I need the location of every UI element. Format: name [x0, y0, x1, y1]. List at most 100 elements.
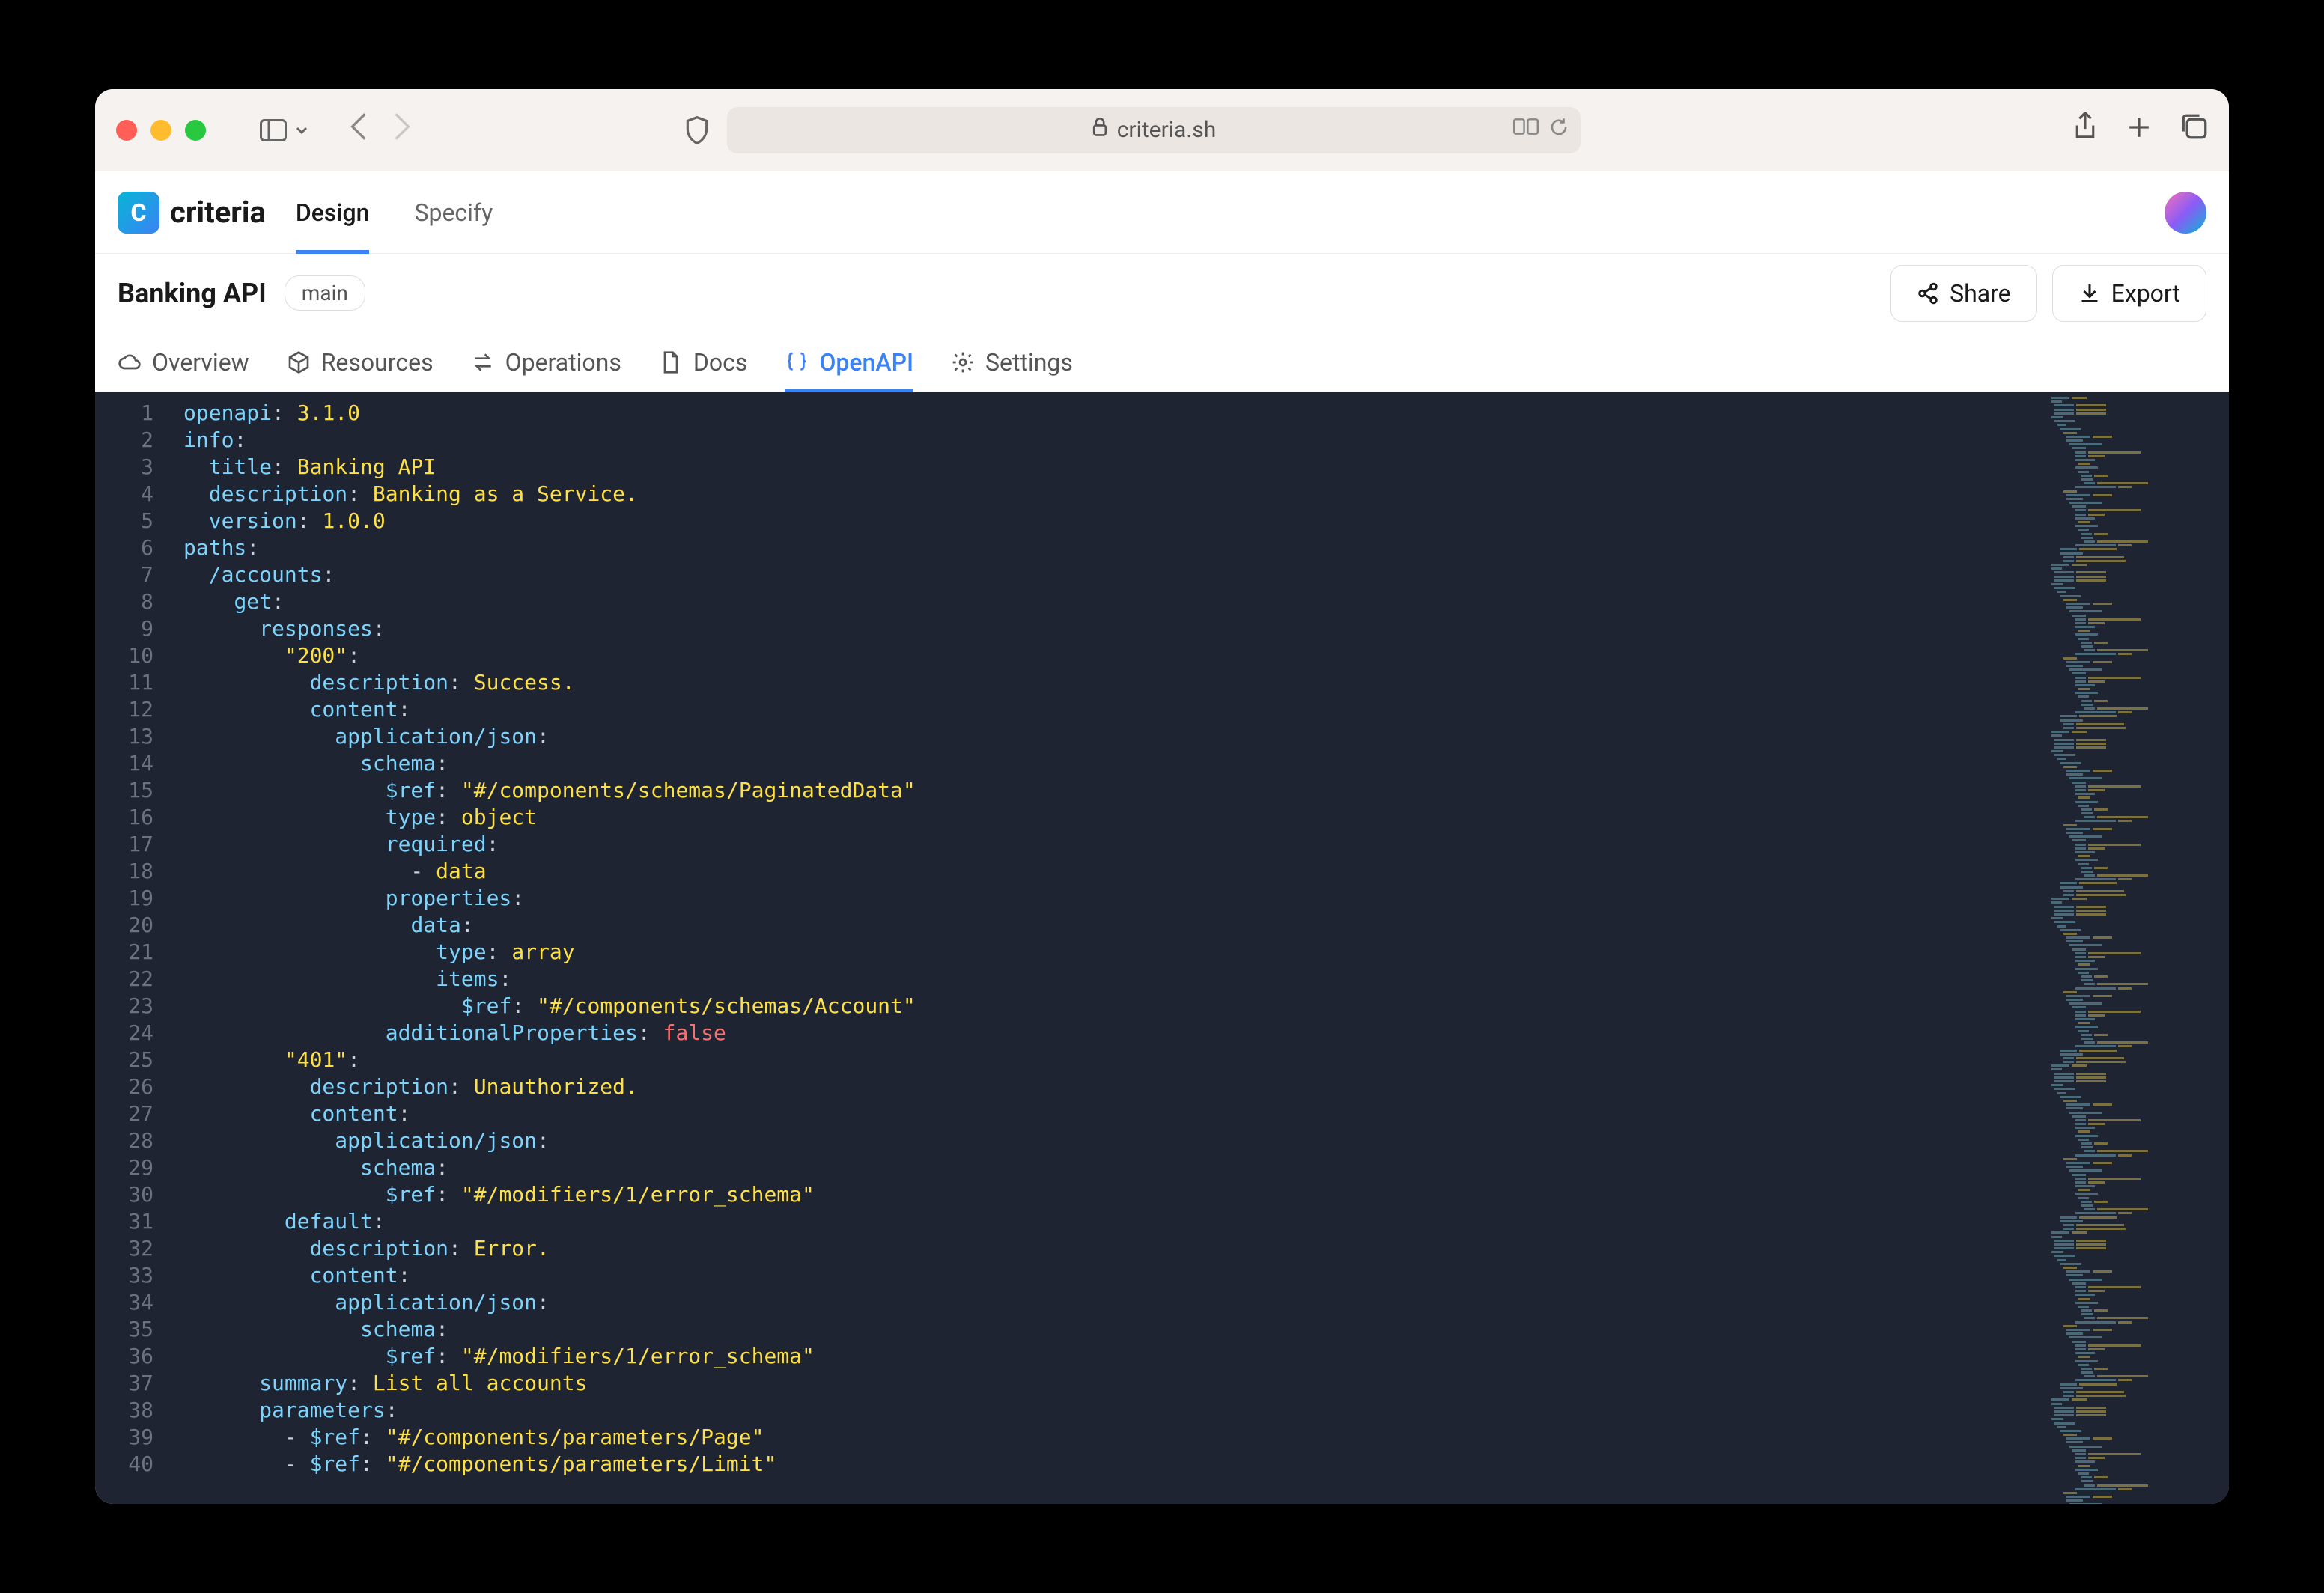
url-host: criteria.sh	[1117, 117, 1217, 143]
line-number: 5	[95, 508, 170, 534]
sidebar-toggle-icon[interactable]	[258, 115, 288, 145]
code-line[interactable]: data:	[183, 912, 2042, 939]
line-number: 16	[95, 804, 170, 831]
code-line[interactable]: description: Error.	[183, 1235, 2042, 1262]
code-line[interactable]: paths:	[183, 534, 2042, 561]
code-line[interactable]: title: Banking API	[183, 454, 2042, 481]
code-line[interactable]: summary: List all accounts	[183, 1370, 2042, 1397]
project-title: Banking API	[118, 278, 267, 309]
line-number-gutter: 1234567891011121314151617181920212223242…	[95, 392, 170, 1504]
code-line[interactable]: application/json:	[183, 1289, 2042, 1316]
tab-specify[interactable]: Specify	[414, 171, 493, 253]
share-button[interactable]: Share	[1890, 265, 2037, 322]
line-number: 22	[95, 966, 170, 993]
line-number: 2	[95, 427, 170, 454]
branch-pill[interactable]: main	[285, 275, 365, 311]
code-line[interactable]: additionalProperties: false	[183, 1020, 2042, 1047]
code-line[interactable]: version: 1.0.0	[183, 508, 2042, 534]
subtab-docs[interactable]: Docs	[659, 332, 748, 392]
minimap[interactable]	[2042, 392, 2229, 1504]
code-line[interactable]: type: array	[183, 939, 2042, 966]
code-line[interactable]: description: Unauthorized.	[183, 1073, 2042, 1100]
maximize-window-button[interactable]	[185, 120, 206, 141]
code-line[interactable]: info:	[183, 427, 2042, 454]
code-line[interactable]: application/json:	[183, 723, 2042, 750]
code-line[interactable]: application/json:	[183, 1127, 2042, 1154]
line-number: 39	[95, 1424, 170, 1451]
subtab-openapi[interactable]: OpenAPI	[785, 332, 913, 392]
minimize-window-button[interactable]	[150, 120, 171, 141]
code-line[interactable]: responses:	[183, 615, 2042, 642]
subtab-resources[interactable]: Resources	[287, 332, 434, 392]
reader-icon[interactable]	[1513, 118, 1539, 142]
code-line[interactable]: schema:	[183, 1154, 2042, 1181]
close-window-button[interactable]	[116, 120, 137, 141]
code-line[interactable]: parameters:	[183, 1397, 2042, 1424]
code-editor[interactable]: 1234567891011121314151617181920212223242…	[95, 392, 2229, 1504]
code-line[interactable]: "401":	[183, 1047, 2042, 1073]
code-line[interactable]: $ref: "#/components/schemas/Account"	[183, 993, 2042, 1020]
code-line[interactable]: openapi: 3.1.0	[183, 400, 2042, 427]
new-tab-icon[interactable]	[2127, 115, 2151, 146]
line-number: 7	[95, 561, 170, 588]
package-icon	[287, 350, 311, 374]
top-nav-tabs: Design Specify	[296, 171, 493, 253]
line-number: 29	[95, 1154, 170, 1181]
line-number: 20	[95, 912, 170, 939]
line-number: 32	[95, 1235, 170, 1262]
subtab-operations[interactable]: Operations	[471, 332, 621, 392]
share-icon[interactable]	[2073, 112, 2097, 148]
code-line[interactable]: - $ref: "#/components/parameters/Limit"	[183, 1451, 2042, 1478]
code-line[interactable]: description: Banking as a Service.	[183, 481, 2042, 508]
code-line[interactable]: get:	[183, 588, 2042, 615]
shield-icon[interactable]	[682, 115, 712, 145]
tab-design[interactable]: Design	[296, 171, 370, 253]
code-line[interactable]: "200":	[183, 642, 2042, 669]
code-line[interactable]: content:	[183, 1100, 2042, 1127]
code-line[interactable]: content:	[183, 1262, 2042, 1289]
project-header: Banking API main Share Export	[95, 254, 2229, 332]
code-line[interactable]: - data	[183, 858, 2042, 885]
code-line[interactable]: items:	[183, 966, 2042, 993]
code-line[interactable]: description: Success.	[183, 669, 2042, 696]
export-button[interactable]: Export	[2052, 265, 2206, 322]
code-line[interactable]: default:	[183, 1208, 2042, 1235]
logo[interactable]: C criteria	[118, 192, 266, 234]
code-line[interactable]: - $ref: "#/components/parameters/Page"	[183, 1424, 2042, 1451]
code-pane[interactable]: openapi: 3.1.0info: title: Banking API d…	[170, 392, 2042, 1504]
line-number: 9	[95, 615, 170, 642]
line-number: 17	[95, 831, 170, 858]
code-line[interactable]: $ref: "#/components/schemas/PaginatedDat…	[183, 777, 2042, 804]
line-number: 38	[95, 1397, 170, 1424]
back-button[interactable]	[348, 112, 369, 149]
url-bar[interactable]: criteria.sh	[727, 107, 1581, 153]
reload-icon[interactable]	[1549, 118, 1569, 142]
subtab-overview[interactable]: Overview	[118, 332, 249, 392]
avatar[interactable]	[2165, 192, 2206, 234]
line-number: 14	[95, 750, 170, 777]
code-line[interactable]: $ref: "#/modifiers/1/error_schema"	[183, 1181, 2042, 1208]
line-number: 37	[95, 1370, 170, 1397]
code-line[interactable]: type: object	[183, 804, 2042, 831]
browser-toolbar: criteria.sh	[95, 89, 2229, 171]
code-line[interactable]: schema:	[183, 1316, 2042, 1343]
code-line[interactable]: /accounts:	[183, 561, 2042, 588]
code-line[interactable]: $ref: "#/modifiers/1/error_schema"	[183, 1343, 2042, 1370]
code-line[interactable]: required:	[183, 831, 2042, 858]
line-number: 28	[95, 1127, 170, 1154]
lock-icon	[1092, 118, 1108, 142]
code-line[interactable]: schema:	[183, 750, 2042, 777]
line-number: 36	[95, 1343, 170, 1370]
subtab-settings[interactable]: Settings	[951, 332, 1073, 392]
forward-button[interactable]	[392, 112, 413, 149]
code-line[interactable]: content:	[183, 696, 2042, 723]
chevron-down-icon[interactable]	[293, 115, 311, 145]
download-icon	[2078, 282, 2101, 305]
swap-icon	[471, 350, 495, 374]
tabs-overview-icon[interactable]	[2181, 113, 2208, 147]
code-line[interactable]: properties:	[183, 885, 2042, 912]
browser-window: criteria.sh	[95, 89, 2229, 1504]
line-number: 27	[95, 1100, 170, 1127]
line-number: 35	[95, 1316, 170, 1343]
window-controls	[116, 120, 206, 141]
